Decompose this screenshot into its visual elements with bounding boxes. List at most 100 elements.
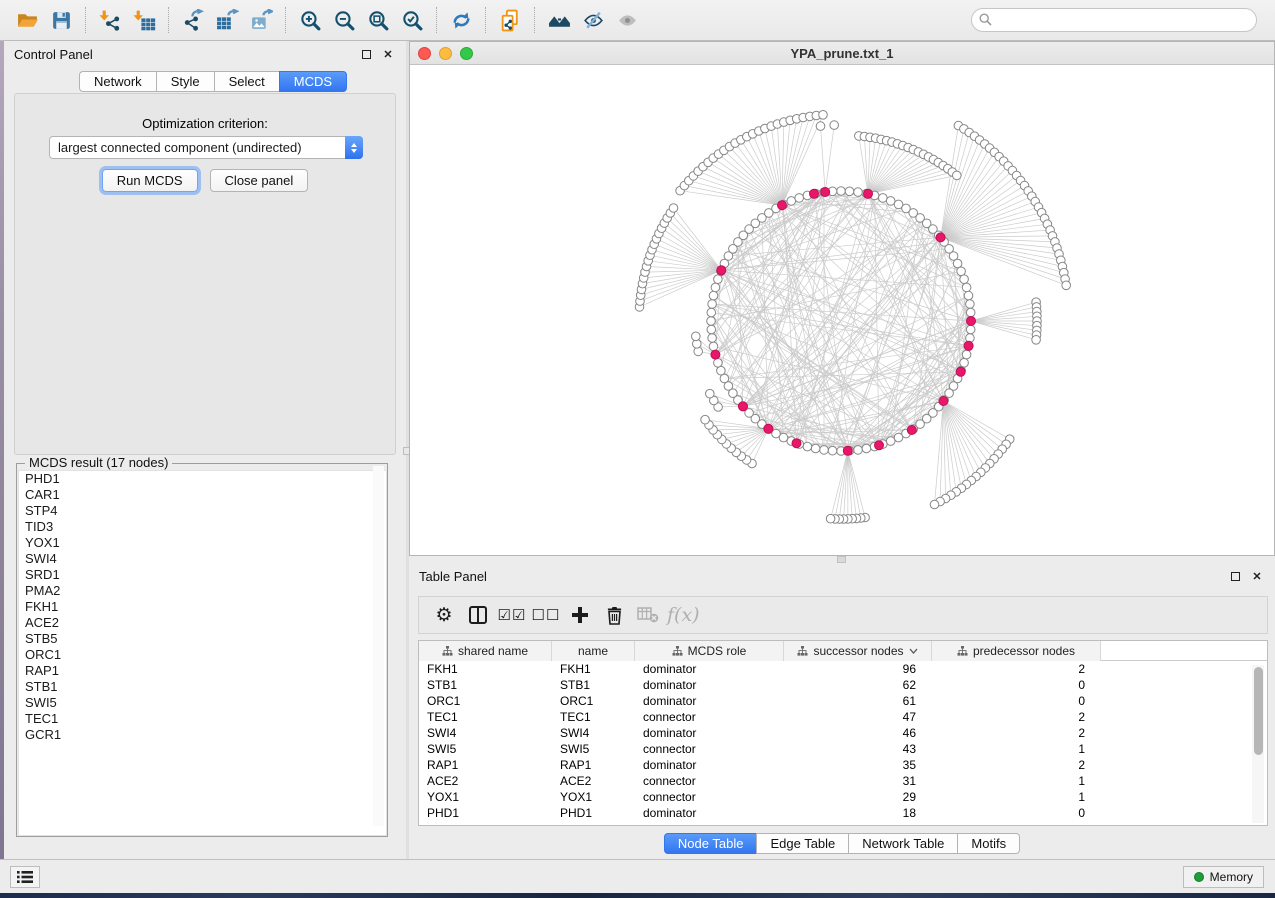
leaf-node[interactable]: [1062, 281, 1071, 290]
select-all-rows-icon[interactable]: ☑☑: [497, 600, 527, 630]
leaf-node[interactable]: [830, 121, 839, 130]
ring-node[interactable]: [964, 291, 973, 300]
criterion-dropdown[interactable]: largest connected component (undirected): [49, 136, 363, 159]
network-from-selection-icon[interactable]: [493, 5, 527, 35]
tab-node-table[interactable]: Node Table: [664, 833, 757, 854]
task-history-button[interactable]: [10, 866, 40, 888]
ring-node[interactable]: [711, 283, 720, 292]
mcds-result-list[interactable]: PHD1CAR1STP4TID3YOX1SWI4SRD1PMA2FKH1ACE2…: [18, 470, 387, 836]
mcds-node[interactable]: [956, 367, 965, 376]
ring-node[interactable]: [886, 437, 895, 446]
ring-node[interactable]: [854, 446, 863, 455]
leaf-node[interactable]: [826, 514, 835, 523]
table-row[interactable]: TEC1TEC1connector472: [419, 709, 1267, 725]
mcds-result-item[interactable]: GCR1: [19, 727, 386, 743]
open-session-icon[interactable]: [10, 5, 44, 35]
ring-node[interactable]: [960, 359, 969, 368]
float-panel-icon[interactable]: [358, 46, 374, 62]
save-session-icon[interactable]: [44, 5, 78, 35]
table-scrollbar-thumb[interactable]: [1254, 667, 1263, 755]
mcds-result-item[interactable]: TID3: [19, 519, 386, 535]
ring-node[interactable]: [707, 317, 716, 326]
close-panel-icon[interactable]: ✕: [380, 46, 396, 62]
export-table-icon[interactable]: [210, 5, 244, 35]
import-network-icon[interactable]: [93, 5, 127, 35]
mcds-node[interactable]: [843, 446, 852, 455]
show-all-icon[interactable]: [610, 5, 644, 35]
ring-node[interactable]: [862, 444, 871, 453]
table-row[interactable]: ACE2ACE2connector311: [419, 773, 1267, 789]
mcds-result-item[interactable]: CAR1: [19, 487, 386, 503]
mcds-node[interactable]: [864, 189, 873, 198]
mcds-node[interactable]: [875, 441, 884, 450]
leaf-node[interactable]: [953, 171, 962, 180]
column-selector-icon[interactable]: [463, 600, 493, 630]
mcds-node[interactable]: [967, 317, 976, 326]
horizontal-splitter[interactable]: [409, 556, 1275, 563]
ring-node[interactable]: [708, 334, 717, 343]
ring-node[interactable]: [714, 275, 723, 284]
mcds-result-item[interactable]: FKH1: [19, 599, 386, 615]
ring-node[interactable]: [854, 188, 863, 197]
ring-node[interactable]: [787, 197, 796, 206]
mcds-node[interactable]: [810, 189, 819, 198]
ring-node[interactable]: [966, 325, 975, 334]
import-table-icon[interactable]: [127, 5, 161, 35]
tab-network[interactable]: Network: [79, 71, 156, 92]
zoom-in-icon[interactable]: [293, 5, 327, 35]
mcds-result-item[interactable]: STP4: [19, 503, 386, 519]
mcds-node[interactable]: [792, 439, 801, 448]
mcds-result-item[interactable]: PMA2: [19, 583, 386, 599]
table-row[interactable]: YOX1YOX1connector291: [419, 789, 1267, 805]
ring-node[interactable]: [957, 267, 966, 276]
leaf-node[interactable]: [701, 415, 710, 424]
ring-node[interactable]: [720, 374, 729, 383]
leaf-node[interactable]: [706, 389, 715, 398]
mcds-result-item[interactable]: PHD1: [19, 471, 386, 487]
ring-node[interactable]: [966, 308, 975, 317]
ring-node[interactable]: [717, 366, 726, 375]
mcds-result-item[interactable]: ORC1: [19, 647, 386, 663]
ring-node[interactable]: [953, 259, 962, 268]
mcds-node[interactable]: [964, 341, 973, 350]
mcds-result-item[interactable]: SWI5: [19, 695, 386, 711]
mcds-result-item[interactable]: ACE2: [19, 615, 386, 631]
search-input[interactable]: [971, 8, 1257, 32]
ring-node[interactable]: [714, 359, 723, 368]
ring-node[interactable]: [795, 194, 804, 203]
column-header-shared-name[interactable]: shared name: [419, 641, 552, 661]
run-mcds-button[interactable]: Run MCDS: [102, 169, 198, 192]
network-canvas[interactable]: [410, 65, 1274, 555]
zoom-fit-icon[interactable]: [361, 5, 395, 35]
mcds-node[interactable]: [821, 188, 830, 197]
leaf-node[interactable]: [819, 111, 828, 120]
ring-node[interactable]: [845, 187, 854, 196]
hide-selected-icon[interactable]: [576, 5, 610, 35]
refresh-view-icon[interactable]: [444, 5, 478, 35]
ring-node[interactable]: [709, 291, 718, 300]
mcds-node[interactable]: [936, 233, 945, 242]
ring-node[interactable]: [960, 275, 969, 284]
ring-node[interactable]: [837, 187, 846, 196]
ring-node[interactable]: [886, 197, 895, 206]
tab-style[interactable]: Style: [156, 71, 214, 92]
export-network-icon[interactable]: [176, 5, 210, 35]
ring-node[interactable]: [707, 308, 716, 317]
ring-node[interactable]: [828, 446, 837, 455]
memory-button[interactable]: Memory: [1183, 866, 1264, 888]
mcds-list-scrollbar[interactable]: [373, 466, 384, 826]
export-image-icon[interactable]: [244, 5, 278, 35]
leaf-node[interactable]: [669, 204, 678, 213]
tab-mcds[interactable]: MCDS: [279, 71, 347, 92]
table-row[interactable]: FKH1FKH1dominator962: [419, 661, 1267, 677]
tab-select[interactable]: Select: [214, 71, 279, 92]
column-header-name[interactable]: name: [552, 641, 635, 661]
mcds-node[interactable]: [711, 350, 720, 359]
leaf-node[interactable]: [1032, 336, 1041, 345]
leaf-node[interactable]: [930, 500, 939, 509]
mcds-node[interactable]: [764, 424, 773, 433]
close-table-panel-icon[interactable]: ✕: [1249, 568, 1265, 584]
table-row[interactable]: STB1STB1dominator620: [419, 677, 1267, 693]
mcds-result-item[interactable]: SRD1: [19, 567, 386, 583]
ring-node[interactable]: [709, 342, 718, 351]
